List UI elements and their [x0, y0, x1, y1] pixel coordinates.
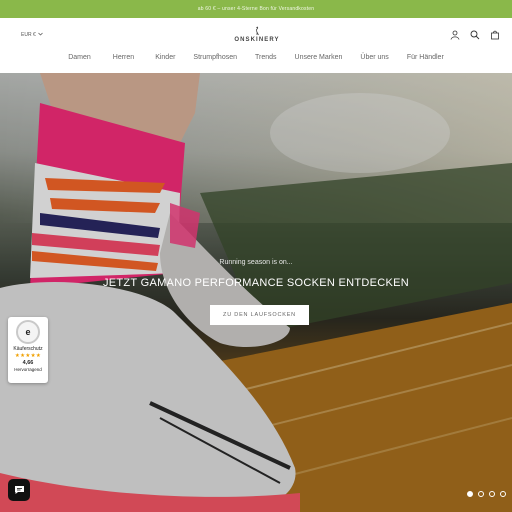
nav-item-kinder[interactable]: Kinder [155, 54, 175, 66]
chat-icon [14, 486, 24, 494]
hero-headline: JETZT GAMANO PERFORMANCE SOCKEN ENTDECKE… [102, 277, 410, 289]
nav-item-fuer-haendler[interactable]: Für Händler [407, 54, 444, 66]
rating-stars-icon: ★★★★★ [14, 353, 42, 359]
slide-dot-1[interactable] [467, 491, 473, 497]
slide-dot-2[interactable] [478, 491, 484, 497]
slide-dot-3[interactable] [489, 491, 495, 497]
account-icon[interactable] [449, 29, 460, 40]
announcement-bar: ab 60 € – unser 4-Sterne Bon für Versand… [0, 0, 512, 18]
rating-text: Hervorragend [14, 367, 42, 372]
main-nav: Damen Herren Kinder Strumpfhosen Trends … [0, 54, 512, 66]
logo-wordmark: ONSKINERY [234, 37, 280, 43]
trust-badge[interactable]: e Käuferschutz ★★★★★ 4,66 Hervorragend [8, 317, 48, 383]
chat-button[interactable] [8, 479, 30, 501]
slide-dot-4[interactable] [500, 491, 506, 497]
cta-button[interactable]: ZU DEN LAUFSOCKEN [210, 305, 309, 325]
hero-kicker: Running season is on... [219, 259, 293, 266]
announcement-text: ab 60 € – unser 4-Sterne Bon für Versand… [197, 6, 315, 12]
rating-score: 4,66 [22, 360, 34, 366]
site-logo[interactable]: ONSKINERY [231, 26, 283, 46]
flamingo-logo-icon [256, 26, 259, 36]
trusted-shops-seal-icon: e [16, 320, 40, 344]
hero-banner: Running season is on... JETZT GAMANO PER… [0, 73, 512, 512]
hero-image [0, 73, 512, 512]
chevron-down-icon [37, 32, 43, 38]
site-header: EUR € ONSKINERY Damen Herren Kinder Stru… [0, 18, 512, 73]
slide-pagination [467, 491, 506, 497]
nav-item-herren[interactable]: Herren [113, 54, 134, 66]
search-icon[interactable] [469, 29, 480, 40]
nav-item-ueber-uns[interactable]: Über uns [360, 54, 388, 66]
nav-item-damen[interactable]: Damen [68, 54, 91, 66]
currency-selector[interactable]: EUR € [21, 32, 43, 38]
cart-icon[interactable] [489, 29, 500, 40]
header-icons [449, 29, 500, 40]
currency-label: EUR € [21, 32, 36, 38]
nav-item-strumpfhosen[interactable]: Strumpfhosen [193, 54, 237, 66]
nav-item-trends[interactable]: Trends [255, 54, 277, 66]
nav-item-unsere-marken[interactable]: Unsere Marken [295, 54, 343, 66]
trust-badge-label: Käuferschutz [13, 346, 43, 352]
